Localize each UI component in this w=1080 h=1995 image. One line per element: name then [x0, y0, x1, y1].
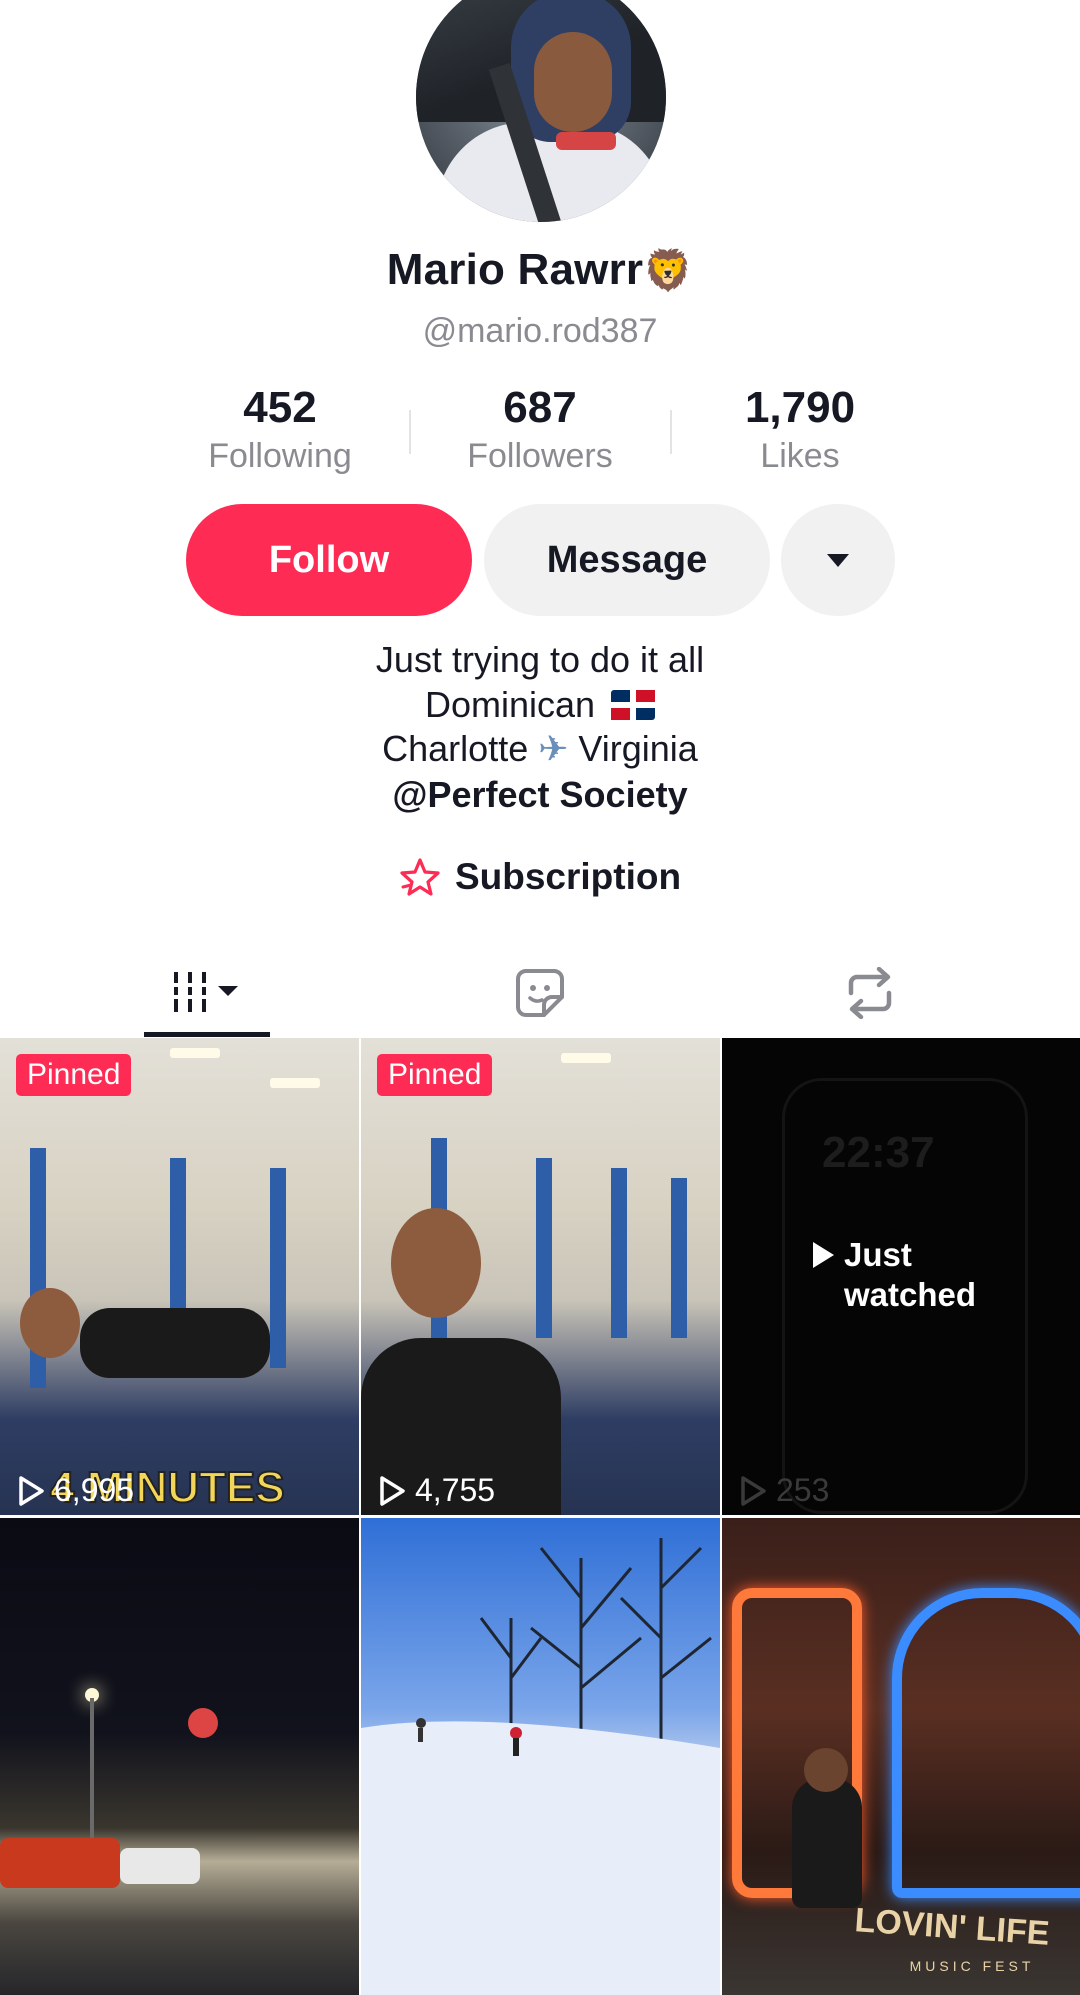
ceiling-light — [170, 1048, 220, 1058]
videos-grid-icon — [174, 972, 238, 1012]
pinned-badge: Pinned — [377, 1054, 493, 1096]
profile-avatar[interactable] — [416, 0, 666, 222]
video-thumbnail[interactable] — [0, 1518, 359, 1995]
follow-button[interactable]: Follow — [186, 504, 472, 616]
active-tab-indicator — [144, 1032, 270, 1037]
video-thumbnail[interactable] — [361, 1518, 720, 1995]
play-filled-icon — [813, 1242, 834, 1268]
play-icon — [741, 1475, 766, 1506]
bio-line-2: Dominican — [0, 683, 1080, 728]
person-head — [804, 1748, 848, 1792]
subscription-star-icon — [400, 858, 440, 896]
just-watched-text-2: watched — [844, 1276, 977, 1313]
stat-following[interactable]: 452 Following — [160, 382, 400, 478]
username: @mario.rod387 — [422, 312, 658, 350]
bio-line-3-end: Virginia — [578, 728, 698, 769]
red-truck — [0, 1838, 120, 1888]
liked-sticker-icon — [516, 969, 564, 1017]
gym-pillar — [536, 1158, 552, 1338]
display-name: Mario Rawrr🦁 — [0, 245, 1080, 295]
view-count-value: 253 — [776, 1472, 830, 1508]
avatar-face — [534, 32, 612, 132]
stat-likes[interactable]: 1,790 Likes — [680, 382, 920, 478]
sign-subtext: MUSIC FEST — [909, 1958, 1035, 1974]
view-count: 4,755 — [377, 1472, 495, 1509]
tab-videos[interactable] — [26, 950, 386, 1036]
more-options-button[interactable] — [781, 504, 895, 616]
profile-tabs — [0, 950, 1080, 1036]
stat-likes-label: Likes — [760, 437, 840, 475]
stat-divider — [409, 410, 411, 454]
view-count: 253 — [738, 1472, 829, 1509]
bio-line-3: Charlotte ✈ Virginia — [0, 727, 1080, 773]
person-head — [20, 1288, 80, 1358]
person-head — [391, 1208, 481, 1318]
phone-clock: 22:37 — [822, 1128, 935, 1177]
neon-letter-m — [892, 1588, 1080, 1898]
stat-followers-value: 687 — [503, 383, 577, 432]
person-figure — [792, 1778, 862, 1908]
pinned-badge: Pinned — [16, 1054, 132, 1096]
person-figure — [80, 1308, 270, 1378]
dominican-flag-icon — [611, 689, 656, 720]
gym-pillar — [611, 1168, 627, 1338]
bio-line-2-text: Dominican — [424, 683, 596, 725]
sign-text: LOVIN' LIFE — [853, 1901, 1051, 1953]
profile-bio: Just trying to do it all Dominican Charl… — [0, 638, 1080, 817]
video-thumbnail[interactable]: LOVIN' LIFE MUSIC FEST — [722, 1518, 1080, 1995]
bio-mention-link[interactable]: @Perfect Society — [0, 773, 1080, 818]
play-icon — [19, 1475, 44, 1506]
ceiling-light — [561, 1053, 611, 1063]
bio-line-1: Just trying to do it all — [375, 639, 705, 680]
avatar-shirt-stripe — [556, 132, 616, 150]
airplane-icon: ✈ — [538, 729, 569, 770]
stat-likes-value: 1,790 — [744, 383, 856, 432]
play-icon — [380, 1475, 405, 1506]
subscription-button[interactable]: Subscription — [0, 856, 1080, 898]
store-logo — [188, 1708, 218, 1738]
video-thumbnail[interactable]: 22:37 Just watched 253 — [722, 1038, 1080, 1515]
stat-followers-label: Followers — [467, 437, 613, 475]
ceiling-light — [270, 1078, 320, 1088]
snowy-trees-illustration — [361, 1538, 720, 1995]
repost-icon — [848, 967, 892, 1019]
just-watched-text-1: Just — [844, 1236, 912, 1273]
stat-following-label: Following — [208, 437, 352, 475]
lion-emoji-icon: 🦁 — [643, 248, 694, 294]
gym-pillar — [270, 1168, 286, 1368]
message-button[interactable]: Message — [484, 504, 770, 616]
bio-line-3-start: Charlotte — [382, 728, 529, 769]
gym-pillar — [671, 1178, 687, 1338]
view-count-value: 6,995 — [54, 1472, 135, 1508]
just-watched-label: Just watched — [810, 1235, 976, 1315]
subscription-label: Subscription — [454, 856, 682, 897]
video-thumbnail[interactable]: Pinned 4 MINUTES 6,995 — [0, 1038, 359, 1515]
light-pole — [90, 1698, 94, 1838]
white-car — [120, 1848, 200, 1884]
stat-followers[interactable]: 687 Followers — [420, 382, 660, 478]
display-name-text: Mario Rawrr — [386, 245, 644, 294]
profile-stats: 452 Following 687 Followers 1,790 Likes — [160, 382, 920, 482]
tab-reposts[interactable] — [690, 950, 1050, 1036]
stat-following-value: 452 — [243, 383, 317, 432]
view-count-value: 4,755 — [415, 1472, 496, 1508]
stat-divider — [670, 410, 672, 454]
view-count: 6,995 — [16, 1472, 134, 1509]
dropdown-arrow-icon — [827, 553, 849, 567]
tab-liked[interactable] — [360, 950, 720, 1036]
video-thumbnail[interactable]: Pinned 4,755 — [361, 1038, 720, 1515]
